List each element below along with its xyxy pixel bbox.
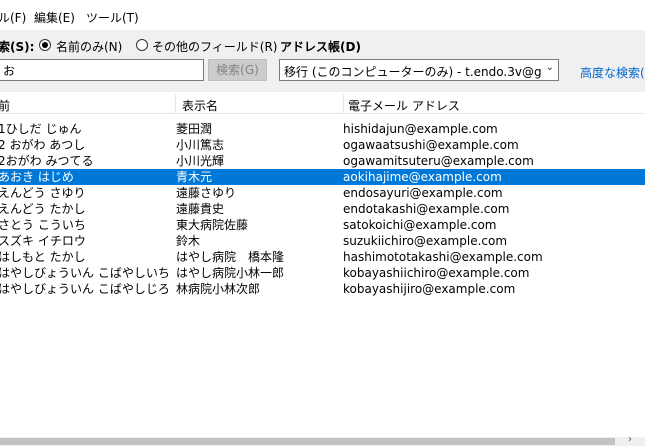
contact-display-name: 鈴木 (176, 234, 201, 248)
contact-name: はやしびょういん こばやしいちろう (0, 266, 170, 280)
search-input[interactable] (0, 59, 204, 81)
contact-display-name: はやし病院小林一郎 (176, 266, 285, 280)
address-book-value: 移行 (このコンピューターのみ) - t.endo.3v@gmail.com (284, 65, 542, 79)
contact-list: 1ひしだ じゅん 菱田潤 hishidajun@example.com 2 おが… (0, 121, 645, 297)
radio-name-only-label[interactable]: 名前のみ(N) (56, 38, 122, 55)
menu-tools[interactable]: ツール(T) (86, 9, 139, 26)
search-button[interactable]: 検索(G) (208, 59, 267, 81)
address-book-select[interactable]: 移行 (このコンピューターのみ) - t.endo.3v@gmail.com ⌄ (279, 59, 559, 81)
table-row[interactable]: 1ひしだ じゅん 菱田潤 hishidajun@example.com (0, 121, 645, 137)
scrollbar-thumb[interactable] (0, 438, 615, 445)
horizontal-scrollbar[interactable]: › (0, 434, 645, 446)
advanced-search-link[interactable]: 高度な検索( (580, 64, 645, 81)
contact-name: えんどう たかし (0, 202, 86, 216)
table-row[interactable]: はやしびょういん こばやしいちろう はやし病院小林一郎 kobayashiich… (0, 265, 645, 281)
list-header: 前 表示名 電子メール アドレス (0, 94, 645, 114)
contact-display-name: 東大病院佐藤 (176, 218, 249, 232)
menu-edit[interactable]: 編集(E) (34, 9, 75, 26)
column-divider[interactable] (343, 94, 344, 113)
table-row[interactable]: はやしびょういん こばやしじろう 林病院小林次郎 kobayashijiro@e… (0, 281, 645, 297)
menu-file[interactable]: ル(F) (0, 9, 26, 26)
radio-other-fields[interactable] (136, 39, 148, 51)
contact-name: スズキ イチロウ (0, 234, 86, 248)
contact-email: endotakashi@example.com (343, 202, 510, 216)
address-book-label: アドレス帳(D) (280, 40, 361, 54)
column-header-display-name[interactable]: 表示名 (182, 97, 218, 114)
contact-email: satokoichi@example.com (343, 218, 497, 232)
contact-display-name: 青木元 (176, 170, 213, 184)
contact-display-name: 林病院小林次郎 (176, 282, 261, 296)
search-toolbar: 索(S): 名前のみ(N) その他のフィールド(R) アドレス帳(D) 検索(G… (0, 30, 645, 92)
column-header-email[interactable]: 電子メール アドレス (348, 97, 460, 114)
contact-name: はしもと たかし (0, 250, 86, 264)
table-row-selected[interactable]: あおき はじめ 青木元 aokihajime@example.com (0, 169, 645, 185)
table-row[interactable]: 2 おがわ あつし 小川篤志 ogawaatsushi@example.com (0, 137, 645, 153)
table-row[interactable]: スズキ イチロウ 鈴木 suzukiichiro@example.com (0, 233, 645, 249)
contact-email: ogawaatsushi@example.com (343, 138, 519, 152)
table-row[interactable]: 2おがわ みつてる 小川光輝 ogawamitsuteru@example.co… (0, 153, 645, 169)
contact-email: aokihajime@example.com (343, 170, 502, 184)
chevron-right-icon[interactable]: › (628, 434, 632, 445)
table-row[interactable]: えんどう たかし 遠藤貴史 endotakashi@example.com (0, 201, 645, 217)
table-row[interactable]: えんどう さゆり 遠藤さゆり endosayuri@example.com (0, 185, 645, 201)
contact-name: 2おがわ みつてる (0, 154, 94, 168)
contact-email: kobayashijiro@example.com (343, 282, 516, 296)
contact-display-name: はやし病院 橋本隆 (176, 250, 285, 264)
contact-email: hashimototakashi@example.com (343, 250, 543, 264)
contact-email: suzukiichiro@example.com (343, 234, 508, 248)
contact-name: はやしびょういん こばやしじろう (0, 282, 170, 296)
contact-email: ogawamitsuteru@example.com (343, 154, 534, 168)
contact-email: hishidajun@example.com (343, 122, 498, 136)
contact-name: えんどう さゆり (0, 186, 86, 200)
column-header-name[interactable]: 前 (0, 97, 10, 114)
contact-display-name: 遠藤貴史 (176, 202, 225, 216)
menu-bar: ル(F) 編集(E) ツール(T) (0, 0, 645, 30)
contact-email: endosayuri@example.com (343, 186, 503, 200)
search-label: 索(S): (0, 40, 35, 54)
contact-display-name: 遠藤さゆり (176, 186, 237, 200)
contact-display-name: 小川光輝 (176, 154, 225, 168)
contact-email: kobayashiichiro@example.com (343, 266, 530, 280)
contact-display-name: 小川篤志 (176, 138, 225, 152)
radio-name-only[interactable] (39, 39, 51, 51)
table-row[interactable]: はしもと たかし はやし病院 橋本隆 hashimototakashi@exam… (0, 249, 645, 265)
column-divider[interactable] (175, 94, 176, 113)
table-row[interactable]: さとう こういち 東大病院佐藤 satokoichi@example.com (0, 217, 645, 233)
contact-name: さとう こういち (0, 218, 86, 232)
contact-name: 1ひしだ じゅん (0, 122, 82, 136)
chevron-down-icon: ⌄ (545, 62, 554, 73)
contact-name: あおき はじめ (0, 170, 74, 184)
radio-other-fields-label[interactable]: その他のフィールド(R) (152, 38, 277, 55)
contact-name: 2 おがわ あつし (0, 138, 86, 152)
contact-display-name: 菱田潤 (176, 122, 213, 136)
